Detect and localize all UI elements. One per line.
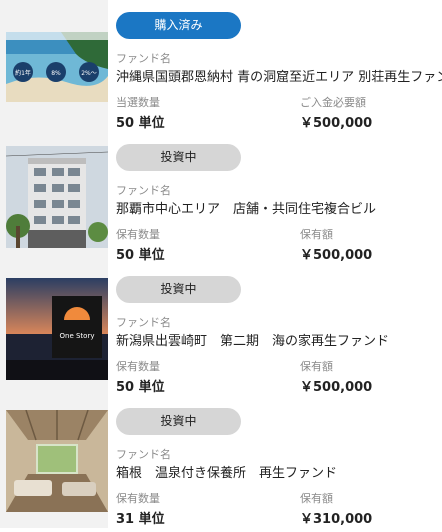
fund-card[interactable]: 約1年 8% 2%～ 購入済み ファンド名 沖縄県国頭郡恩納村 青の洞窟至近エリ…	[0, 0, 442, 132]
svg-text:8%: 8%	[51, 70, 61, 77]
svg-text:約1年: 約1年	[15, 69, 31, 77]
fund-info: 投資中 ファンド名 新潟県出雲崎町 第二期 海の家再生ファンド 保有数量 保有額…	[116, 264, 442, 396]
quantity-value: 50 単位	[116, 380, 165, 395]
amount-label: 保有額	[300, 360, 333, 373]
fund-name-label: ファンド名	[116, 316, 171, 329]
room-photo	[6, 410, 108, 512]
fund-info: 投資中 ファンド名 那覇市中心エリア 店舗・共同住宅複合ビル 保有数量 保有額 …	[116, 132, 442, 264]
beach-photo: 約1年 8% 2%～	[6, 14, 108, 116]
amount-label: 保有額	[300, 492, 333, 505]
fund-name-label: ファンド名	[116, 52, 171, 65]
fund-info: 購入済み ファンド名 沖縄県国頭郡恩納村 青の洞窟至近エリア 別荘再生ファンド …	[116, 0, 442, 132]
amount-value: ￥500,000	[300, 248, 373, 263]
fund-name[interactable]: 箱根 温泉付き保養所 再生ファンド	[116, 462, 337, 481]
fund-info: 投資中 ファンド名 箱根 温泉付き保養所 再生ファンド 保有数量 保有額 31 …	[116, 396, 442, 528]
fund-name-label: ファンド名	[116, 184, 171, 197]
quantity-label: 保有数量	[116, 492, 160, 505]
quantity-label: 当選数量	[116, 96, 160, 109]
quantity-label: 保有数量	[116, 360, 160, 373]
quantity-value: 50 単位	[116, 248, 165, 263]
amount-label: 保有額	[300, 228, 333, 241]
quantity-value: 50 単位	[116, 116, 165, 131]
svg-text:2%～: 2%～	[81, 70, 97, 77]
fund-name-label: ファンド名	[116, 448, 171, 461]
building-photo	[6, 146, 108, 248]
fund-name[interactable]: 新潟県出雲崎町 第二期 海の家再生ファンド	[116, 330, 389, 349]
status-badge[interactable]: 投資中	[116, 276, 241, 303]
status-badge[interactable]: 投資中	[116, 408, 241, 435]
fund-thumbnail[interactable]: 約1年 8% 2%～	[0, 0, 108, 132]
seaside-photo: One Story	[6, 278, 108, 380]
amount-label: ご入金必要額	[300, 96, 366, 109]
fund-name[interactable]: 沖縄県国頭郡恩納村 青の洞窟至近エリア 別荘再生ファンド	[116, 66, 442, 85]
quantity-label: 保有数量	[116, 228, 160, 241]
svg-text:One Story: One Story	[60, 332, 95, 340]
fund-thumbnail[interactable]	[0, 132, 108, 264]
quantity-value: 31 単位	[116, 512, 165, 527]
fund-thumbnail[interactable]	[0, 396, 108, 528]
fund-card[interactable]: 投資中 ファンド名 箱根 温泉付き保養所 再生ファンド 保有数量 保有額 31 …	[0, 396, 442, 528]
status-badge[interactable]: 投資中	[116, 144, 241, 171]
amount-value: ￥500,000	[300, 116, 373, 131]
amount-value: ￥500,000	[300, 380, 373, 395]
fund-card[interactable]: 投資中 ファンド名 那覇市中心エリア 店舗・共同住宅複合ビル 保有数量 保有額 …	[0, 132, 442, 264]
fund-card[interactable]: One Story 投資中 ファンド名 新潟県出雲崎町 第二期 海の家再生ファン…	[0, 264, 442, 396]
fund-list: 約1年 8% 2%～ 購入済み ファンド名 沖縄県国頭郡恩納村 青の洞窟至近エリ…	[0, 0, 442, 532]
fund-thumbnail[interactable]: One Story	[0, 264, 108, 396]
fund-name[interactable]: 那覇市中心エリア 店舗・共同住宅複合ビル	[116, 198, 376, 217]
status-badge[interactable]: 購入済み	[116, 12, 241, 39]
amount-value: ￥310,000	[300, 512, 373, 527]
